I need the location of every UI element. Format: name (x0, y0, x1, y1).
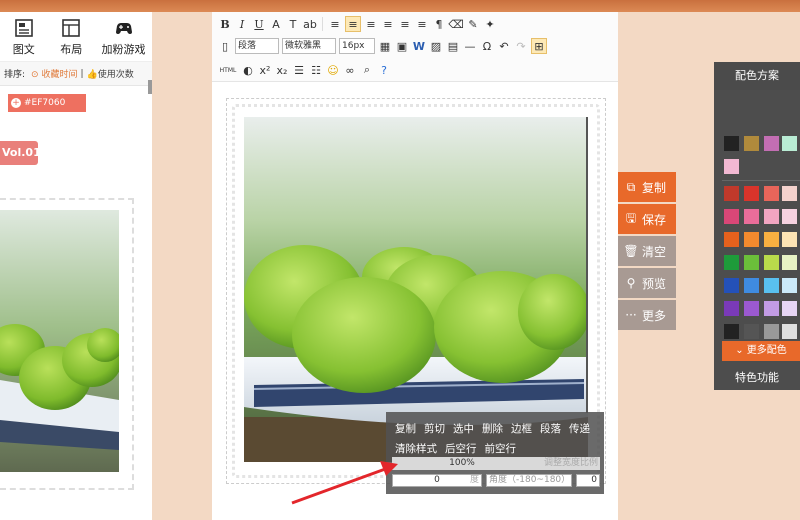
action-buttons: ⧉ 复制 🖫 保存 🗑 清空 ⚲ 预览 ··· 更多 (618, 172, 676, 332)
color-swatch[interactable] (744, 255, 759, 270)
color-swatch[interactable] (744, 278, 759, 293)
color-swatch[interactable] (764, 186, 779, 201)
color-swatch[interactable] (744, 186, 759, 201)
color-swatch[interactable] (764, 255, 779, 270)
apply-all-checkbox[interactable] (22, 121, 30, 130)
copy-label: 复制 (642, 180, 667, 195)
color-swatch[interactable] (764, 136, 779, 151)
color-swatch[interactable] (764, 232, 779, 247)
preview-button[interactable]: ⚲ 预览 (618, 268, 676, 298)
color-swatch[interactable] (744, 136, 759, 151)
copy-icon: ⧉ (626, 179, 636, 194)
color-swatch[interactable] (764, 209, 779, 224)
color-swatch[interactable] (782, 255, 797, 270)
save-icon: 🖫 (625, 210, 637, 225)
swatch-divider (722, 180, 800, 181)
color-swatch[interactable] (724, 324, 739, 339)
more-label: 更多 (642, 308, 667, 323)
color-panel-title: 配色方案 (714, 62, 800, 90)
color-swatch[interactable] (724, 255, 739, 270)
color-swatch[interactable] (744, 209, 759, 224)
apply-all-label: 全文换色 (32, 122, 69, 132)
add-color-icon[interactable]: + (11, 98, 21, 108)
color-swatch[interactable] (724, 136, 739, 151)
more-button[interactable]: ··· 更多 (618, 300, 676, 330)
color-swatch[interactable] (782, 136, 797, 151)
color-swatch[interactable] (724, 209, 739, 224)
color-swatch[interactable] (764, 324, 779, 339)
color-swatch[interactable] (764, 301, 779, 316)
color-swatch[interactable] (724, 278, 739, 293)
color-swatch[interactable] (782, 209, 797, 224)
color-swatch[interactable] (724, 301, 739, 316)
red-arrow-annotation (291, 461, 398, 505)
search-icon: ⚲ (626, 276, 636, 290)
preview-label: 预览 (642, 276, 667, 291)
current-color-field[interactable]: + #EF7060 (8, 94, 86, 112)
chevron-down-icon: ⌄ (735, 345, 744, 356)
color-swatch[interactable] (782, 324, 797, 339)
color-swatch[interactable] (764, 278, 779, 293)
color-swatch[interactable] (782, 278, 797, 293)
apply-all-toggle[interactable]: 全文换色 (22, 119, 68, 132)
clear-label: 清空 (642, 244, 667, 259)
more-colors-button[interactable]: ⌄ 更多配色 (722, 341, 800, 361)
color-swatch[interactable] (744, 232, 759, 247)
color-swatch[interactable] (782, 301, 797, 316)
copy-button[interactable]: ⧉ 复制 (618, 172, 676, 202)
save-button[interactable]: 🖫 保存 (618, 204, 676, 234)
trash-icon: 🗑 (623, 244, 639, 258)
more-icon: ··· (625, 308, 637, 322)
color-swatch[interactable] (744, 301, 759, 316)
more-colors-label: 更多配色 (746, 345, 787, 356)
color-swatch[interactable] (724, 159, 739, 174)
features-label[interactable]: 特色功能 (714, 366, 800, 390)
color-swatch[interactable] (782, 232, 797, 247)
color-swatch[interactable] (724, 186, 739, 201)
current-color-value: #EF7060 (24, 98, 66, 108)
color-swatch[interactable] (724, 232, 739, 247)
clear-button[interactable]: 🗑 清空 (618, 236, 676, 266)
color-swatch[interactable] (782, 186, 797, 201)
color-swatch[interactable] (744, 324, 759, 339)
save-label: 保存 (642, 212, 667, 227)
